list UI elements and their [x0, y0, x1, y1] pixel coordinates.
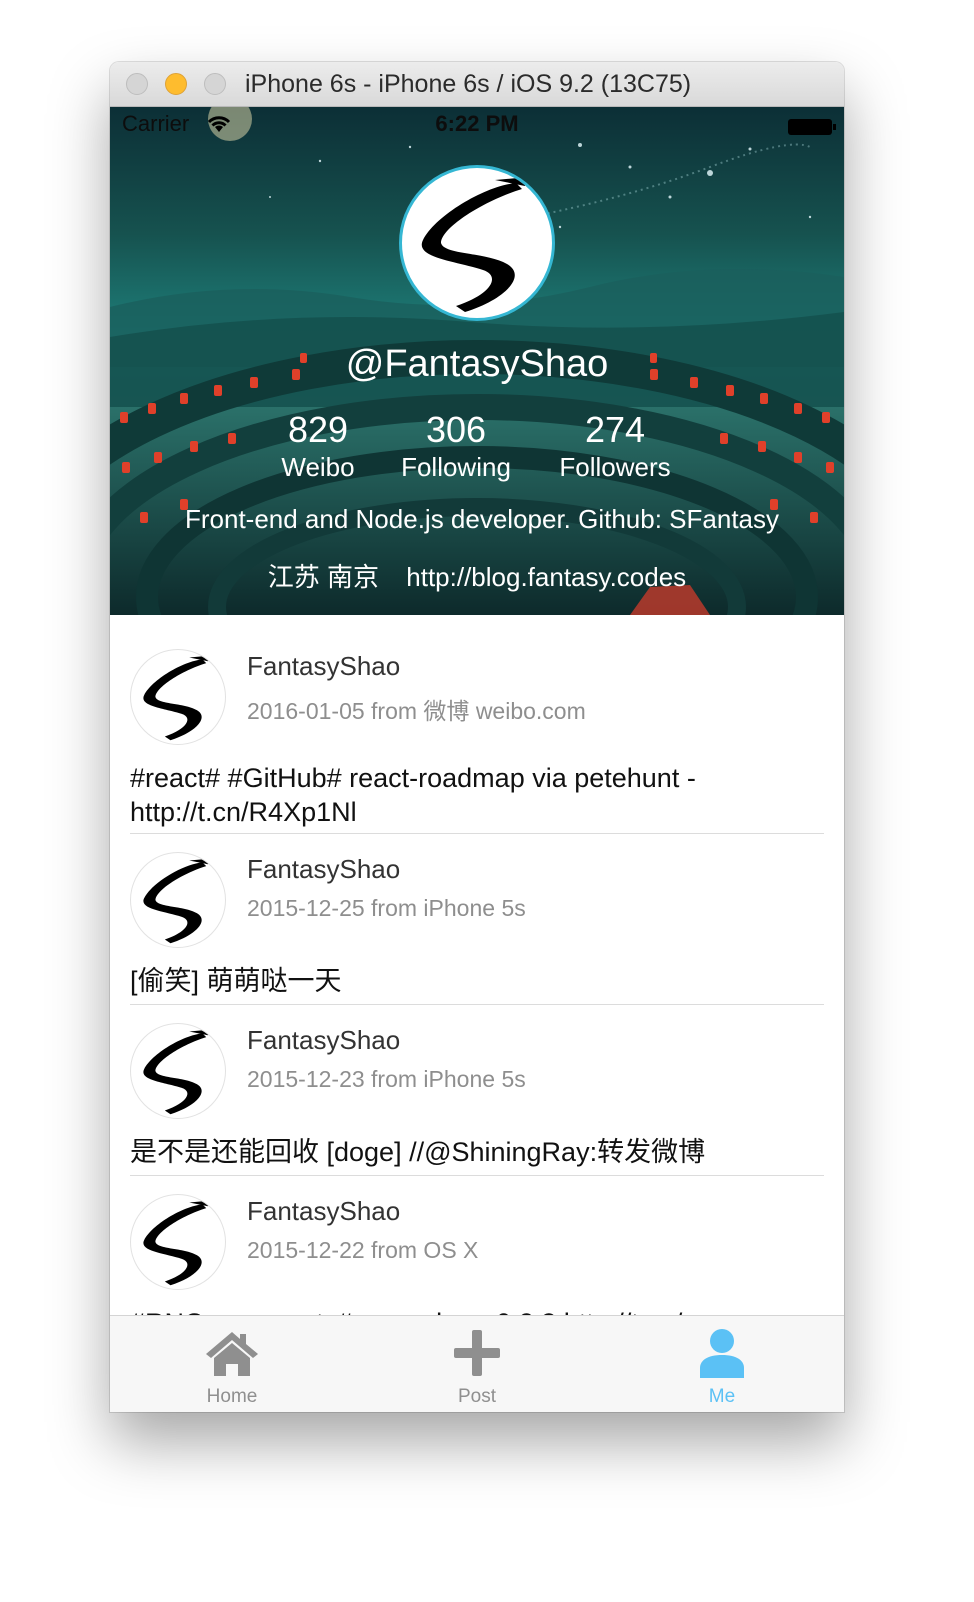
home-icon [206, 1332, 258, 1376]
feed-divider [130, 1175, 824, 1176]
post-avatar[interactable] [130, 1194, 226, 1290]
simulator-window: iPhone 6s - iPhone 6s / iOS 9.2 (13C75) [110, 62, 844, 1412]
feed-divider [130, 1004, 824, 1005]
feed-item[interactable]: FantasyShao 2015-12-23 from iPhone 5s 是不… [130, 1023, 824, 1167]
stat-following-label: Following [401, 452, 511, 482]
tab-me-label: Me [708, 1386, 736, 1407]
stat-followers[interactable]: 274 Followers [545, 409, 685, 483]
battery-tip [833, 124, 836, 130]
person-icon [700, 1329, 744, 1378]
post-author[interactable]: FantasyShao [247, 854, 400, 885]
tab-home-label: Home [206, 1386, 258, 1407]
stat-weibo-label: Weibo [281, 452, 355, 482]
zoom-window-button[interactable] [204, 73, 226, 95]
post-meta: 2015-12-22 from OS X [247, 1237, 479, 1263]
tab-home[interactable]: Home [110, 1316, 354, 1412]
profile-location-row: 江苏 南京 http://blog.fantasy.codes [110, 557, 844, 594]
post-text: [偷笑] 萌萌哒一天 [130, 966, 342, 996]
feed-item[interactable]: FantasyShao 2015-12-25 from iPhone 5s [偷… [130, 852, 824, 996]
avatar-logo-icon [131, 853, 225, 947]
profile-location: 江苏 南京 [267, 562, 380, 592]
profile-header: Carrier 6:22 PM @FantasyShao 829 Weibo 3… [110, 107, 844, 615]
tab-bar: Home Post Me [110, 1315, 844, 1412]
stat-weibo-value: 829 [287, 409, 349, 450]
phone-screen: Carrier 6:22 PM @FantasyShao 829 Weibo 3… [110, 107, 844, 1412]
stat-following-value: 306 [425, 409, 487, 450]
post-author[interactable]: FantasyShao [247, 1025, 400, 1056]
stat-following[interactable]: 306 Following [386, 409, 526, 483]
stat-weibo[interactable]: 829 Weibo [268, 409, 368, 483]
avatar-logo-icon [402, 168, 552, 318]
profile-avatar[interactable] [399, 165, 555, 321]
tab-post-label: Post [457, 1386, 497, 1407]
post-text: #react# #GitHub# react-roadmap via peteh… [130, 763, 696, 827]
battery-icon [788, 119, 832, 135]
profile-bio: Front-end and Node.js developer. Github:… [184, 504, 779, 534]
post-avatar[interactable] [130, 852, 226, 948]
avatar-logo-icon [131, 650, 225, 744]
avatar-logo-icon [131, 1195, 225, 1289]
status-bar: Carrier 6:22 PM [110, 107, 844, 147]
stat-followers-value: 274 [584, 409, 646, 450]
weibo-feed[interactable]: FantasyShao 2016-01-05 from 微博 weibo.com… [110, 615, 844, 1315]
post-meta: 2016-01-05 from 微博 weibo.com [247, 698, 586, 724]
plus-icon [454, 1330, 500, 1376]
avatar-logo-icon [131, 1024, 225, 1118]
window-title: iPhone 6s - iPhone 6s / iOS 9.2 (13C75) [245, 70, 692, 98]
post-author[interactable]: FantasyShao [247, 651, 400, 682]
close-window-button[interactable] [126, 73, 148, 95]
profile-username: @FantasyShao [345, 343, 609, 385]
post-author[interactable]: FantasyShao [247, 1196, 400, 1227]
feed-item[interactable]: FantasyShao 2015-12-22 from OS X #RNComp… [130, 1194, 824, 1315]
clock-time: 6:22 PM [435, 111, 519, 136]
title-bar: iPhone 6s - iPhone 6s / iOS 9.2 (13C75) [110, 62, 844, 107]
profile-url-link[interactable]: http://blog.fantasy.codes [406, 562, 686, 592]
post-avatar[interactable] [130, 649, 226, 745]
post-text: #RNComponents# rn-navbar v0.2.3 http://t… [130, 1306, 810, 1315]
post-meta: 2015-12-23 from iPhone 5s [247, 1066, 526, 1092]
post-meta: 2015-12-25 from iPhone 5s [247, 895, 526, 921]
post-text: 是不是还能回收 [doge] //@ShiningRay:转发微博 [130, 1137, 706, 1167]
stat-followers-label: Followers [559, 452, 671, 482]
tab-post[interactable]: Post [355, 1316, 599, 1412]
post-avatar[interactable] [130, 1023, 226, 1119]
feed-item[interactable]: FantasyShao 2016-01-05 from 微博 weibo.com… [130, 649, 824, 829]
tab-me[interactable]: Me [600, 1316, 844, 1412]
feed-divider [130, 833, 824, 834]
minimize-window-button[interactable] [165, 73, 187, 95]
